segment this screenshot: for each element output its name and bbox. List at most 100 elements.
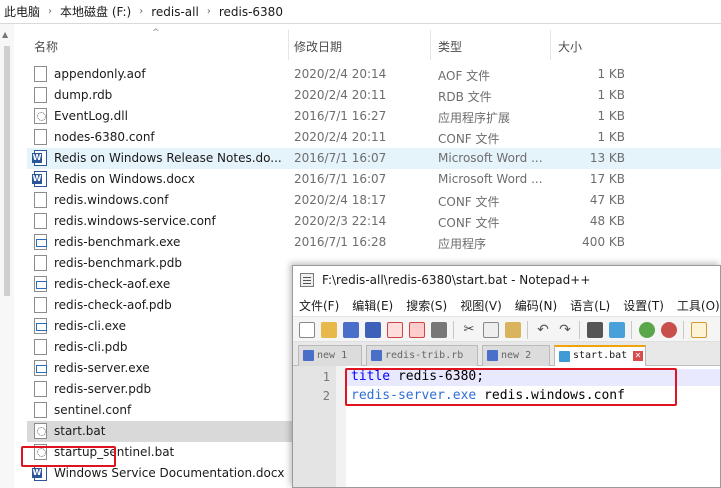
bat-icon [34,423,47,439]
menu-item[interactable]: 设置(T) [623,297,664,314]
save-icon[interactable] [343,322,359,338]
dll-icon [34,108,47,124]
file-date: 2020/2/3 22:14 [294,214,387,228]
tab-new-1[interactable]: new 1 [298,345,362,366]
chevron-right-icon: › [48,6,53,17]
file-size: 400 KB [582,235,625,249]
column-date-header[interactable]: 修改日期 [294,38,342,55]
tab-redis-trib-rb[interactable]: redis-trib.rb [366,345,478,366]
code-editor[interactable]: 1 2 title redis-6380; redis-server.exe r… [293,366,720,487]
tab-new-2[interactable]: new 2 [482,345,550,366]
file-name: redis-server.pdb [54,382,152,396]
tab-label: redis-trib.rb [385,350,464,361]
file-icon [34,129,47,145]
nav-pane-scrollbar[interactable]: ▲ [0,24,14,488]
file-type: Microsoft Word ... [438,151,543,165]
zoom-out-icon[interactable] [661,322,677,338]
breadcrumb-redis-6380[interactable]: redis-6380 [219,5,283,19]
file-name: redis-cli.pdb [54,340,128,354]
file-row[interactable]: dump.rdb 2020/2/4 20:11 RDB 文件 1 KB [27,85,721,106]
file-name: sentinel.conf [54,403,132,417]
print-icon[interactable] [431,322,447,338]
word-icon [32,150,47,166]
file-date: 2016/7/1 16:07 [294,151,387,165]
sync-scroll-icon[interactable] [691,322,707,338]
file-icon [34,402,47,418]
breadcrumb-drive-f[interactable]: 本地磁盘 (F:) [60,3,131,20]
paste-icon[interactable] [505,322,521,338]
column-header: ^ 名称 修改日期 类型 大小 [26,28,721,60]
notepad-toolbar: ✂ ↶ ↷ [293,316,720,342]
file-row[interactable]: nodes-6380.conf 2020/2/4 20:11 CONF 文件 1 KB [27,127,721,148]
tab-start-bat[interactable]: start.bat ✕ [554,345,646,367]
line-number: 1 [322,370,330,384]
find-icon[interactable] [587,322,603,338]
file-type: CONF 文件 [438,195,500,209]
tab-label: new 1 [317,350,348,361]
file-name: Windows Service Documentation.docx [54,466,285,480]
redo-icon[interactable]: ↷ [557,322,573,338]
tab-label: start.bat [573,350,628,361]
menu-item[interactable]: 工具(O) [677,297,720,314]
chevron-right-icon: › [139,6,144,17]
scrollbar-thumb[interactable] [4,46,10,296]
breadcrumb-redis-all[interactable]: redis-all [151,5,199,19]
copy-icon[interactable] [483,322,499,338]
file-name: dump.rdb [54,88,113,102]
cut-icon[interactable]: ✂ [461,322,477,338]
file-name: Redis on Windows.docx [54,172,195,186]
file-size: 13 KB [589,151,625,165]
file-size: 48 KB [589,214,625,228]
menu-item[interactable]: 文件(F) [299,297,339,314]
word-icon [32,465,47,481]
open-folder-icon[interactable] [321,322,337,338]
file-row[interactable]: Redis on Windows.docx 2016/7/1 16:07 Micro… [27,169,721,190]
file-icon [34,66,47,82]
file-row[interactable]: Redis on Windows Release Notes.do... 2016… [27,148,721,169]
notepad-app-icon [300,273,314,287]
menu-item[interactable]: 编码(N) [515,297,557,314]
file-row[interactable]: appendonly.aof 2020/2/4 20:14 AOF 文件 1 KB [27,64,721,85]
menu-item[interactable]: 视图(V) [460,297,502,314]
close-all-icon[interactable] [409,322,425,338]
notepad-title-bar[interactable]: F:\redis-all\redis-6380\start.bat - Note… [293,266,720,294]
file-row[interactable]: redis.windows.conf 2020/2/4 18:17 CONF 文件 4… [27,190,721,211]
file-row[interactable]: redis.windows-service.conf 2020/2/3 22:14… [27,211,721,232]
file-icon [34,255,47,271]
saved-file-icon [371,350,382,361]
file-date: 2020/2/4 20:11 [294,130,387,144]
exe-icon [34,360,47,376]
column-type-header[interactable]: 类型 [438,38,462,55]
undo-icon[interactable]: ↶ [535,322,551,338]
file-name: redis-benchmark.exe [54,235,181,249]
file-name: redis-check-aof.exe [54,277,171,291]
save-all-icon[interactable] [365,322,381,338]
scroll-up-icon[interactable]: ▲ [2,30,8,39]
replace-icon[interactable] [609,322,625,338]
notepad-menu-bar: 文件(F) 编辑(E) 搜索(S) 视图(V) 编码(N) 语言(L) 设置(T) 工具(O) [293,294,720,316]
file-name: EventLog.dll [54,109,128,123]
menu-item[interactable]: 语言(L) [570,297,610,314]
file-row[interactable]: EventLog.dll 2016/7/1 16:27 应用程序扩展 1 KB [27,106,721,127]
saved-file-icon [487,350,498,361]
breadcrumb-this-pc[interactable]: 此电脑 [4,3,40,20]
menu-item[interactable]: 编辑(E) [352,297,393,314]
file-type: RDB 文件 [438,90,492,104]
address-bar[interactable]: 此电脑 › 本地磁盘 (F:) › redis-all › redis-6380 [0,0,721,24]
notepad-title: F:\redis-all\redis-6380\start.bat - Note… [322,273,591,287]
file-icon [34,381,47,397]
close-tab-icon[interactable]: ✕ [633,351,643,361]
column-name-header[interactable]: 名称 [34,38,58,55]
file-size: 1 KB [597,109,625,123]
file-name: redis-check-aof.pdb [54,298,172,312]
file-row[interactable]: redis-benchmark.exe 2016/7/1 16:28 应用程序 400… [27,232,721,253]
close-file-icon[interactable] [387,322,403,338]
file-date: 2020/2/4 20:14 [294,67,387,81]
exe-icon [34,318,47,334]
file-name: redis-benchmark.pdb [54,256,182,270]
file-type: CONF 文件 [438,132,500,146]
new-file-icon[interactable] [299,322,315,338]
column-size-header[interactable]: 大小 [558,38,582,55]
menu-item[interactable]: 搜索(S) [406,297,447,314]
zoom-in-icon[interactable] [639,322,655,338]
